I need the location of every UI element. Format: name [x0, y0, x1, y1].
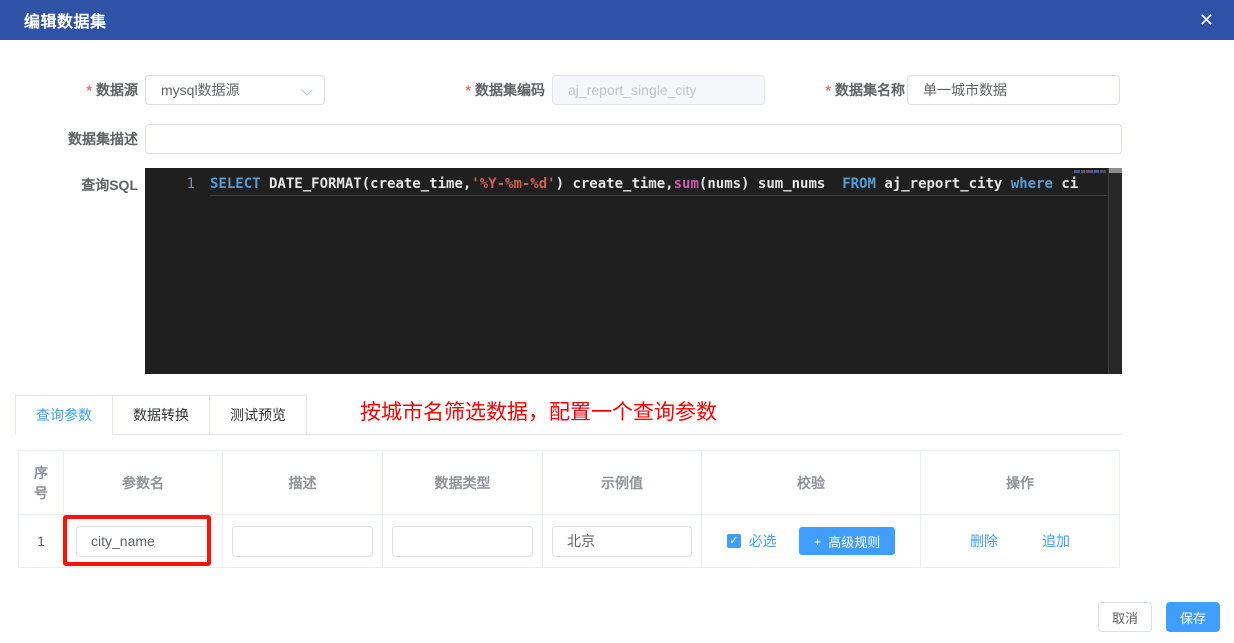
cancel-button[interactable]: 取消 — [1098, 602, 1152, 632]
sql-token: SELECT — [210, 176, 261, 192]
sql-editor[interactable]: 1 SELECT DATE_FORMAT(create_time,'%Y-%m-… — [145, 168, 1122, 374]
plus-icon: + — [814, 534, 822, 549]
data-type-input[interactable] — [392, 526, 533, 557]
param-name-input[interactable] — [76, 526, 210, 557]
sql-token: '%Y-%m-%d' — [471, 176, 555, 192]
editor-scrollbar[interactable] — [1108, 168, 1122, 374]
sql-token: ci — [1053, 176, 1078, 192]
datasource-select-value: mysql数据源 — [161, 80, 240, 100]
required-checkbox-label[interactable]: 必选 — [749, 531, 777, 551]
example-input[interactable] — [552, 526, 692, 557]
current-line-underline — [210, 195, 1107, 196]
sql-token: DATE_FORMAT(create_time, — [261, 176, 472, 192]
required-asterisk: * — [466, 82, 471, 98]
minimap-code-marks — [1074, 170, 1106, 173]
advanced-rules-button[interactable]: + 高级规则 — [799, 527, 896, 555]
dialog-title: 编辑数据集 — [24, 8, 107, 32]
sql-code-line: 1 SELECT DATE_FORMAT(create_time,'%Y-%m-… — [145, 175, 1107, 194]
dataset-code-label: *数据集编码 — [380, 75, 545, 105]
close-icon[interactable]: ✕ — [1199, 11, 1214, 29]
sql-token: FROM — [842, 176, 876, 192]
header-example: 示例值 — [543, 451, 702, 514]
sql-code-text: SELECT DATE_FORMAT(create_time,'%Y-%m-%d… — [210, 175, 1078, 194]
sql-token: aj_report_city — [876, 176, 1011, 192]
sql-token: sum — [674, 176, 699, 192]
annotation-text: 按城市名筛选数据，配置一个查询参数 — [360, 396, 717, 426]
dataset-description-input[interactable] — [145, 124, 1122, 154]
advanced-rules-label: 高级规则 — [828, 532, 880, 551]
tab-query-params[interactable]: 查询参数 — [15, 395, 113, 435]
params-table: 序号 参数名 描述 数据类型 示例值 校验 操作 1 ✓ 必选 + 高级规则 — [18, 450, 1120, 568]
dataset-code-input — [552, 75, 765, 105]
header-actions: 操作 — [921, 451, 1119, 514]
line-number: 1 — [145, 175, 195, 194]
query-sql-label: 查询SQL — [0, 170, 138, 200]
edit-dataset-dialog: 编辑数据集 ✕ *数据源 mysql数据源 *数据集编码 *数据集名称 数据集描… — [0, 0, 1234, 643]
required-asterisk: * — [826, 82, 831, 98]
tab-data-transform[interactable]: 数据转换 — [113, 395, 210, 435]
sql-token: (nums) sum_nums — [699, 176, 842, 192]
table-header-row: 序号 参数名 描述 数据类型 示例值 校验 操作 — [19, 451, 1119, 514]
required-asterisk: * — [87, 82, 92, 98]
datasource-select[interactable]: mysql数据源 — [145, 75, 325, 105]
chevron-down-icon — [301, 84, 312, 95]
header-description: 描述 — [223, 451, 383, 514]
header-index: 序号 — [19, 451, 64, 514]
delete-link[interactable]: 删除 — [970, 531, 998, 551]
scrollbar-thumb[interactable] — [1109, 168, 1122, 173]
dataset-name-label: *数据集名称 — [740, 75, 905, 105]
description-input[interactable] — [232, 526, 373, 557]
sql-token: where — [1011, 176, 1053, 192]
dataset-name-input[interactable] — [907, 75, 1120, 105]
required-checkbox[interactable]: ✓ — [727, 534, 741, 548]
sql-token: ) create_time, — [556, 176, 674, 192]
header-data-type: 数据类型 — [383, 451, 543, 514]
datasource-label: *数据源 — [0, 75, 138, 105]
row-index: 1 — [19, 515, 64, 567]
append-link[interactable]: 追加 — [1042, 531, 1070, 551]
dialog-header: 编辑数据集 ✕ — [0, 0, 1234, 40]
tab-bar: 查询参数 数据转换 测试预览 — [15, 395, 307, 435]
check-icon: ✓ — [729, 535, 738, 547]
tab-test-preview[interactable]: 测试预览 — [210, 395, 307, 435]
dataset-description-label: 数据集描述 — [0, 124, 138, 154]
table-row: 1 ✓ 必选 + 高级规则 删除 追加 — [19, 514, 1119, 567]
header-param-name: 参数名 — [64, 451, 223, 514]
header-validation: 校验 — [702, 451, 921, 514]
save-button[interactable]: 保存 — [1166, 602, 1220, 632]
